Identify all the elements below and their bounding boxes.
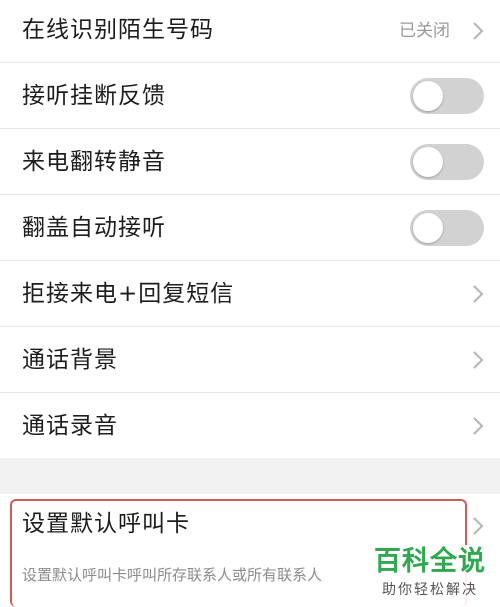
chevron-right-icon [470,415,486,437]
settings-row-label: 通话背景 [22,347,118,373]
settings-row-call-background[interactable]: 通话背景 [0,327,500,393]
settings-row-call-recording[interactable]: 通话录音 [0,393,500,458]
settings-row-label: 接听挂断反馈 [22,83,166,109]
status-text: 已关闭 [399,21,450,41]
settings-row-label: 拒接来电+回复短信 [22,281,235,307]
toggle-knob [413,147,443,177]
settings-row-label: 翻盖自动接听 [22,215,166,241]
settings-row-stranger-number[interactable]: 在线识别陌生号码 已关闭 [0,0,500,63]
settings-row-flip-mute: 来电翻转静音 [0,129,500,195]
settings-row-label: 来电翻转静音 [22,149,166,175]
flip-mute-toggle[interactable] [410,144,484,180]
settings-row-label: 在线识别陌生号码 [22,17,214,43]
toggle-knob [413,81,443,111]
settings-row-answer-feedback: 接听挂断反馈 [0,63,500,129]
chevron-right-icon [470,20,486,42]
settings-row-reject-reply[interactable]: 拒接来电+回复短信 [0,261,500,327]
watermark-subtitle: 助你轻松解决 [382,582,478,598]
toggle-knob [413,213,443,243]
settings-row-cover-auto-answer: 翻盖自动接听 [0,195,500,261]
settings-row-label: 通话录音 [22,413,118,439]
answer-feedback-toggle[interactable] [410,78,484,114]
chevron-right-icon [470,515,486,537]
section-divider [0,458,500,494]
chevron-right-icon [470,349,486,371]
cover-auto-answer-toggle[interactable] [410,210,484,246]
watermark-logo: 百科全说 助你轻松解决 [370,545,498,607]
chevron-right-icon [470,283,486,305]
watermark-title: 百科全说 [374,546,486,577]
